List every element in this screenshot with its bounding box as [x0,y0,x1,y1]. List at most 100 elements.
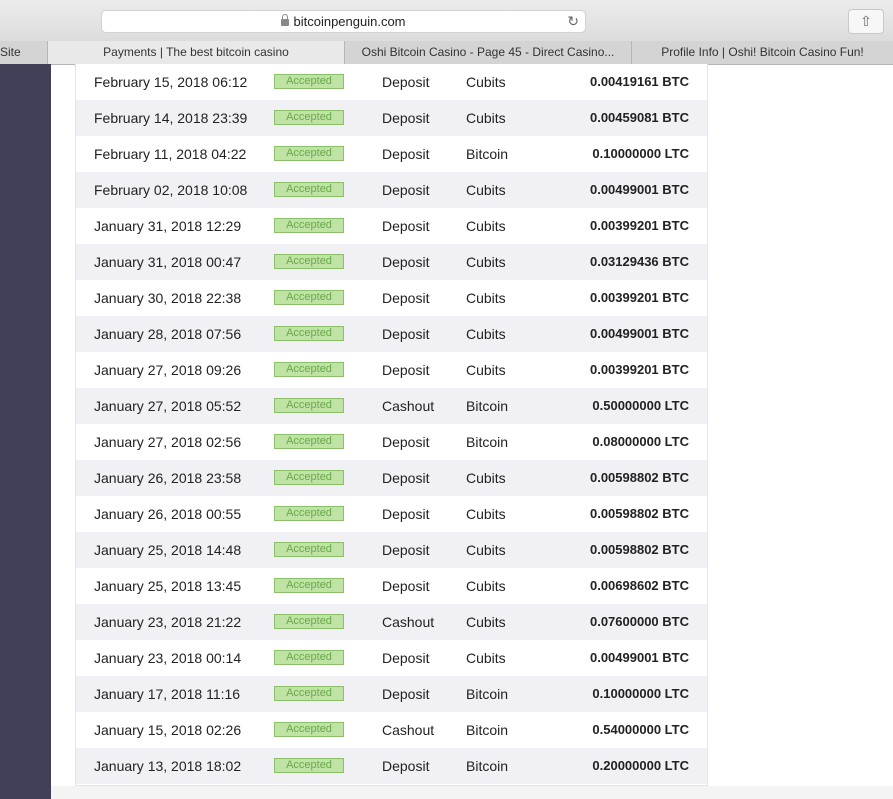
tx-type: Deposit [382,218,430,234]
tx-amount: 0.00419161 BTC [589,74,689,89]
tx-date: January 13, 2018 18:02 [94,758,242,774]
tx-type: Deposit [382,182,430,198]
tx-type: Deposit [382,758,430,774]
tx-method: Cubits [466,578,506,594]
tab-label: Site [0,45,21,59]
share-button[interactable]: ⇧ [848,9,884,34]
tx-method: Bitcoin [466,686,509,702]
tx-amount: 0.03129436 BTC [589,254,689,269]
tx-method: Bitcoin [466,722,509,738]
tx-amount: 0.08000000 LTC [592,434,689,449]
status-badge: Accepted [274,146,344,161]
tx-amount: 0.10000000 LTC [592,686,689,701]
table-row: January 23, 2018 00:14 Accepted Deposit Cub… [76,640,707,676]
tx-date: January 26, 2018 23:58 [94,470,242,486]
table-row: January 23, 2018 21:22 Accepted Cashout Cub… [76,604,707,640]
status-badge: Accepted [274,398,344,413]
tx-date: February 15, 2018 06:12 [94,74,248,90]
tx-type: Cashout [382,722,435,738]
tx-type: Deposit [382,290,430,306]
table-row: January 27, 2018 02:56 Accepted Deposit Bit… [76,424,707,460]
table-row: January 25, 2018 14:48 Accepted Deposit Cub… [76,532,707,568]
tx-method: Bitcoin [466,434,509,450]
table-row: January 15, 2018 02:26 Accepted Cashout Bit… [76,712,707,748]
sidebar [0,64,51,799]
tx-amount: 0.00399201 BTC [589,290,689,305]
status-badge: Accepted [274,758,344,773]
tx-amount: 0.00459081 BTC [589,110,689,125]
status-badge: Accepted [274,650,344,665]
tx-method: Cubits [466,650,506,666]
status-badge: Accepted [274,218,344,233]
tx-date: January 28, 2018 07:56 [94,326,242,342]
status-badge: Accepted [274,254,344,269]
tx-method: Cubits [466,542,506,558]
tx-method: Cubits [466,110,506,126]
tx-date: January 30, 2018 22:38 [94,290,242,306]
tab-oshi-forum[interactable]: Oshi Bitcoin Casino - Page 45 - Direct C… [345,41,632,64]
status-badge: Accepted [274,434,344,449]
tx-amount: 0.00598802 BTC [589,470,689,485]
status-badge: Accepted [274,110,344,125]
tx-type: Deposit [382,362,430,378]
reload-icon[interactable]: ↻ [567,13,579,30]
table-row: January 31, 2018 12:29 Accepted Deposit Cub… [76,208,707,244]
tx-type: Deposit [382,326,430,342]
tx-date: January 27, 2018 02:56 [94,434,242,450]
tx-type: Deposit [382,470,430,486]
tx-amount: 0.20000000 LTC [592,758,689,773]
tx-date: February 11, 2018 04:22 [94,146,247,162]
tx-type: Cashout [382,398,435,414]
tx-type: Deposit [382,686,430,702]
tx-amount: 0.00499001 BTC [589,326,689,341]
tx-amount: 0.00598802 BTC [589,506,689,521]
tx-type: Deposit [382,578,430,594]
tx-method: Cubits [466,290,506,306]
status-badge: Accepted [274,686,344,701]
tab-bar: Site Payments | The best bitcoin casino … [0,41,893,65]
status-badge: Accepted [274,722,344,737]
share-icon: ⇧ [860,13,872,29]
table-row: January 13, 2018 18:02 Accepted Deposit Bit… [76,748,707,784]
tx-method: Cubits [466,218,506,234]
table-row: January 30, 2018 22:38 Accepted Deposit Cub… [76,280,707,316]
browser-toolbar: bitcoinpenguin.com ↻ ⇧ [0,0,893,42]
table-row: February 02, 2018 10:08 Accepted Deposit Cu… [76,172,707,208]
tx-method: Cubits [466,326,506,342]
tx-method: Bitcoin [466,146,509,162]
table-row: February 14, 2018 23:39 Accepted Deposit Cu… [76,100,707,136]
tx-type: Deposit [382,434,430,450]
tx-type: Deposit [382,254,430,270]
lock-icon [281,14,290,26]
status-badge: Accepted [274,542,344,557]
tx-method: Cubits [466,614,506,630]
table-row: January 31, 2018 00:47 Accepted Deposit Cub… [76,244,707,280]
tx-amount: 0.54000000 LTC [592,722,689,737]
tx-method: Cubits [466,74,506,90]
table-row: February 15, 2018 06:12 Accepted Deposit Cu… [76,64,707,100]
tx-amount: 0.00499001 BTC [589,650,689,665]
table-row: February 11, 2018 04:22 Accepted Deposit Bi… [76,136,707,172]
status-badge: Accepted [274,614,344,629]
tab-label: Payments | The best bitcoin casino [103,45,289,59]
url-display[interactable]: bitcoinpenguin.com [102,14,585,29]
tab-site[interactable]: Site [0,41,48,64]
tx-date: January 31, 2018 12:29 [94,218,242,234]
tx-amount: 0.07600000 BTC [589,614,689,629]
tx-amount: 0.50000000 LTC [592,398,689,413]
table-row: January 26, 2018 23:58 Accepted Deposit Cub… [76,460,707,496]
tab-profile-info[interactable]: Profile Info | Oshi! Bitcoin Casino Fun! [632,41,893,64]
tx-type: Deposit [382,110,430,126]
tx-date: January 15, 2018 02:26 [94,722,242,738]
tab-payments[interactable]: Payments | The best bitcoin casino [48,41,345,64]
table-row: January 27, 2018 09:26 Accepted Deposit Cub… [76,352,707,388]
tx-date: January 25, 2018 13:45 [94,578,242,594]
table-row: January 17, 2018 11:16 Accepted Deposit Bit… [76,676,707,712]
status-badge: Accepted [274,362,344,377]
status-badge: Accepted [274,470,344,485]
tx-method: Cubits [466,470,506,486]
address-bar[interactable]: bitcoinpenguin.com ↻ [101,10,586,33]
tx-amount: 0.10000000 LTC [592,146,689,161]
table-row: January 28, 2018 07:56 Accepted Deposit Cub… [76,316,707,352]
status-badge: Accepted [274,182,344,197]
